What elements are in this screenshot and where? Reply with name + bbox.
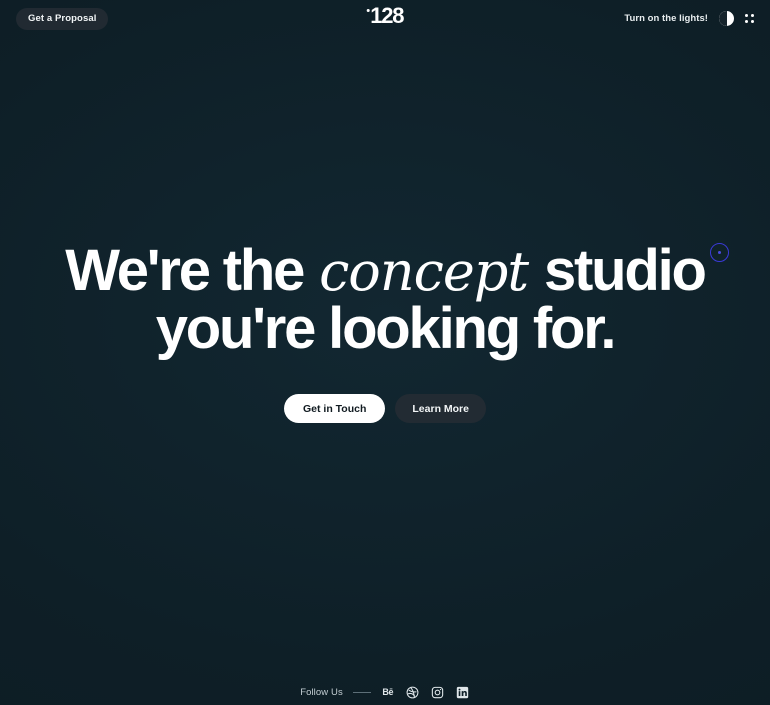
- divider-dash: [352, 691, 371, 693]
- cta-button-group: Get in Touch Learn More: [284, 394, 486, 423]
- learn-more-button[interactable]: Learn More: [395, 394, 486, 423]
- page-title: We're the concept studio you're looking …: [65, 240, 707, 358]
- site-logo[interactable]: 128: [366, 3, 405, 28]
- get-in-touch-button[interactable]: Get in Touch: [284, 394, 386, 423]
- linkedin-icon[interactable]: [456, 685, 470, 699]
- turn-on-lights-label: Turn on the lights!: [624, 13, 708, 24]
- landing-page: Get a Proposal 128 Turn on the lights! W…: [0, 0, 770, 705]
- behance-glyph: Bē: [382, 687, 394, 697]
- headline-part-1: We're the: [65, 238, 318, 303]
- headline-script-word: concept: [319, 240, 529, 303]
- contrast-circle-icon[interactable]: [719, 11, 734, 26]
- instagram-icon[interactable]: [431, 685, 445, 699]
- grid-dot: [745, 14, 748, 17]
- grid-dot: [751, 20, 754, 23]
- grid-dot: [751, 14, 754, 17]
- logo-text: 128: [370, 3, 404, 28]
- follow-us-label: Follow Us: [300, 686, 343, 698]
- header-controls: Turn on the lights!: [624, 11, 754, 26]
- behance-icon[interactable]: Bē: [381, 685, 395, 699]
- grid-dots-icon[interactable]: [745, 14, 754, 23]
- footer-social-bar: Follow Us Bē: [0, 685, 770, 699]
- dribbble-icon[interactable]: [406, 685, 420, 699]
- site-header: Get a Proposal 128 Turn on the lights!: [0, 0, 770, 37]
- get-a-proposal-button[interactable]: Get a Proposal: [16, 7, 109, 30]
- grid-dot: [745, 20, 748, 23]
- hero-section: We're the concept studio you're looking …: [0, 0, 770, 705]
- social-icon-list: Bē: [381, 685, 470, 699]
